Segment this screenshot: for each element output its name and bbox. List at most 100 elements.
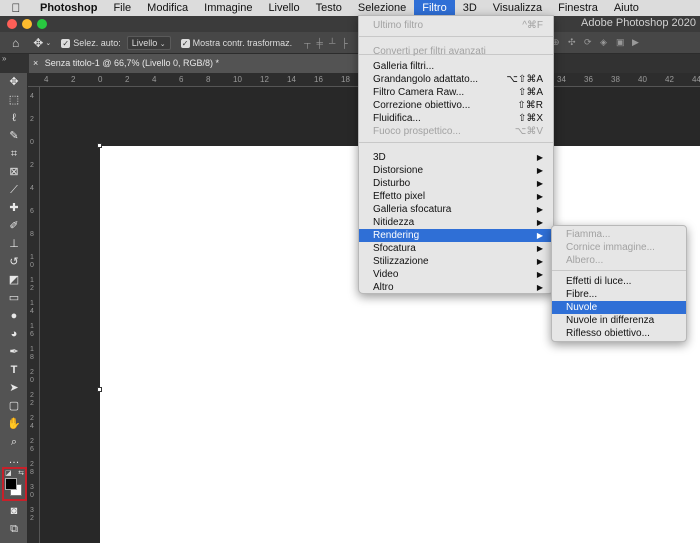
menu-item-label: Altro [373, 282, 394, 293]
submenu-item-riflesso-obiettivo[interactable]: Riflesso obiettivo... [552, 327, 686, 340]
submenu-item-nuvole[interactable]: Nuvole [552, 301, 686, 314]
menu-finestra[interactable]: Finestra [550, 0, 606, 16]
menu-item-sfocatura[interactable]: Sfocatura ▶ [359, 242, 553, 255]
3d-slide-icon[interactable]: ◈ [600, 37, 607, 48]
path-select-icon[interactable]: ➤ [7, 381, 21, 395]
3d-roll-icon[interactable]: ⟳ [584, 37, 592, 48]
menu-immagine[interactable]: Immagine [196, 0, 260, 16]
menu-item-label: Nitidezza [373, 217, 415, 228]
3d-scale-icon[interactable]: ▣ [616, 37, 625, 48]
align-bottom-icon[interactable]: ┴ [329, 38, 335, 48]
close-tab-icon[interactable]: × [33, 58, 38, 68]
menu-modifica[interactable]: Modifica [139, 0, 196, 16]
document-tab[interactable]: × Senza titolo-1 @ 66,7% (Livello 0, RGB… [29, 54, 361, 73]
menu-selezione[interactable]: Selezione [350, 0, 414, 16]
brush-icon[interactable]: ✐ [7, 219, 21, 233]
zoom-window-button[interactable] [37, 19, 47, 29]
auto-select-dropdown[interactable]: Livello ⌄ [126, 35, 171, 50]
type-icon[interactable]: T [7, 363, 21, 377]
close-window-button[interactable] [7, 19, 17, 29]
menu-item-video[interactable]: Video ▶ [359, 268, 553, 281]
menu-app[interactable]: Photoshop [32, 0, 105, 16]
menu-item-galleria-filtri[interactable]: Galleria filtri... [359, 60, 553, 73]
pen-icon[interactable]: ✒ [7, 345, 21, 359]
3d-pan-icon[interactable]: ✣ [568, 37, 576, 48]
transform-handle[interactable] [97, 387, 102, 392]
3d-camera-icon[interactable]: ▶ [632, 37, 639, 48]
menu-item-label: Distorsione [373, 165, 424, 176]
menu-aiuto[interactable]: Aiuto [606, 0, 647, 16]
options-bar: ⌂ ✥ ⌄ ✓ Selez. auto: Livello ⌄ ✓ Mostra … [0, 32, 700, 54]
swap-colors-icon[interactable]: ⇆ [18, 469, 24, 477]
submenu-item-effetti-di-luce[interactable]: Effetti di luce... [552, 275, 686, 288]
ruler-tick-label: 16 [30, 323, 34, 338]
menu-3d[interactable]: 3D [455, 0, 485, 16]
submenu-arrow-icon: ▶ [536, 179, 543, 188]
menu-item-3d[interactable]: 3D ▶ [359, 151, 553, 164]
align-top-icon[interactable]: ┬ [304, 38, 310, 48]
menu-item-galleria-sfocatura[interactable]: Galleria sfocatura ▶ [359, 203, 553, 216]
minimize-window-button[interactable] [22, 19, 32, 29]
align-left-icon[interactable]: ├ [341, 38, 347, 48]
menu-item-stilizzazione[interactable]: Stilizzazione ▶ [359, 255, 553, 268]
screen-mode-icon[interactable]: ⧉ [7, 522, 21, 536]
checkbox-check-icon: ✓ [180, 38, 190, 48]
lasso-icon[interactable]: ℓ [7, 111, 21, 125]
tool-preset-chevron-icon[interactable]: ⌄ [45, 39, 51, 47]
align-middle-icon[interactable]: ╪ [317, 38, 323, 48]
menu-item-distorsione[interactable]: Distorsione ▶ [359, 164, 553, 177]
history-brush-icon[interactable]: ↺ [7, 255, 21, 269]
menu-file[interactable]: File [105, 0, 139, 16]
menu-visualizza[interactable]: Visualizza [485, 0, 550, 16]
submenu-arrow-icon: ▶ [536, 218, 543, 227]
menu-shortcut: ⇧⌘R [517, 100, 543, 111]
ruler-tick-label: 34 [557, 75, 566, 84]
menu-testo[interactable]: Testo [308, 0, 350, 16]
move-tool-icon[interactable]: ✥ [33, 36, 43, 50]
ruler-tick-label: 30 [30, 484, 34, 499]
menu-item-nitidezza[interactable]: Nitidezza ▶ [359, 216, 553, 229]
menu-item-fluidifica[interactable]: Fluidifica... ⇧⌘X [359, 112, 553, 125]
hand-icon[interactable]: ✋ [7, 417, 21, 431]
marquee-icon[interactable]: ⬚ [7, 93, 21, 107]
default-colors-icon[interactable]: ◪ [5, 469, 12, 477]
menu-item-rendering[interactable]: Rendering ▶ [359, 229, 553, 242]
foreground-color-swatch[interactable] [5, 478, 17, 490]
ruler-tick-label: 24 [30, 415, 34, 430]
stamp-icon[interactable]: ⊥ [7, 237, 21, 251]
zoom-icon[interactable]: ⌕ [7, 435, 21, 449]
move-icon[interactable]: ✥ [7, 75, 21, 89]
submenu-item-nuvole-in-differenza[interactable]: Nuvole in differenza [552, 314, 686, 327]
menu-filtro[interactable]: Filtro [414, 0, 455, 16]
auto-select-checkbox[interactable]: ✓ [61, 37, 73, 48]
transform-handle[interactable] [97, 143, 102, 148]
frame-icon[interactable]: ⊠ [7, 165, 21, 179]
menu-item-label: Correzione obiettivo... [373, 100, 471, 111]
more-icon[interactable]: … [7, 453, 21, 467]
crop-icon[interactable]: ⌗ [7, 147, 21, 161]
expand-panels-icon[interactable]: » [2, 54, 6, 63]
quick-mask-icon[interactable]: ◙ [7, 504, 21, 518]
rectangle-icon[interactable]: ▢ [7, 399, 21, 413]
submenu-item-fibre[interactable]: Fibre... [552, 288, 686, 301]
menu-item-effetto-pixel[interactable]: Effetto pixel ▶ [359, 190, 553, 203]
menu-item-altro[interactable]: Altro ▶ [359, 281, 553, 294]
apple-icon[interactable]:  [0, 1, 32, 15]
quick-select-icon[interactable]: ✎ [7, 129, 21, 143]
menu-livello[interactable]: Livello [260, 0, 307, 16]
eraser-icon[interactable]: ◩ [7, 273, 21, 287]
healing-icon[interactable]: ✚ [7, 201, 21, 215]
menu-item-filtro-camera-raw[interactable]: Filtro Camera Raw... ⇧⌘A [359, 86, 553, 99]
ruler-tick-label: 32 [30, 507, 34, 522]
home-icon[interactable]: ⌂ [12, 36, 19, 50]
menu-item-correzione-obiettivo[interactable]: Correzione obiettivo... ⇧⌘R [359, 99, 553, 112]
menu-item-grandangolo-adattato[interactable]: Grandangolo adattato... ⌥⇧⌘A [359, 73, 553, 86]
dodge-icon[interactable]: ◕ [7, 327, 21, 341]
menu-item-disturbo[interactable]: Disturbo ▶ [359, 177, 553, 190]
transform-controls-checkbox[interactable]: ✓ [180, 37, 193, 48]
gradient-icon[interactable]: ▭ [7, 291, 21, 305]
auto-select-label: Selez. auto: [73, 37, 121, 48]
eyedropper-icon[interactable]: ⟋ [7, 183, 21, 197]
blur-icon[interactable]: ● [7, 309, 21, 323]
menu-item-label: Grandangolo adattato... [373, 74, 479, 85]
